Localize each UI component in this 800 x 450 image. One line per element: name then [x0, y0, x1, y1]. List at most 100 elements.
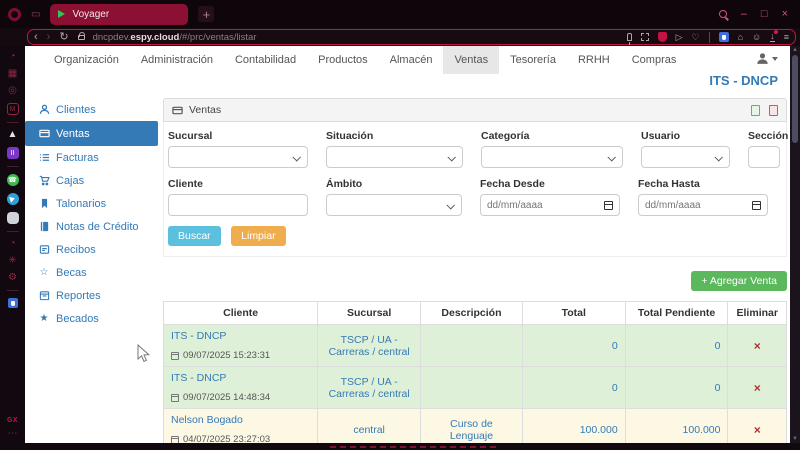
delete-icon[interactable]: × — [754, 339, 761, 353]
cliente-input[interactable] — [168, 194, 308, 216]
address-bar[interactable]: ‹ › ↻ dncpdev.espy.cloud/#/prc/ventas/li… — [27, 29, 796, 45]
history-clock-icon[interactable]: ◔ — [9, 239, 15, 249]
downloads-icon[interactable]: ↓ — [770, 32, 775, 42]
back-button[interactable]: ‹ — [34, 32, 38, 43]
app-nav: Organización Administración Contabilidad… — [25, 46, 790, 74]
maximize-button[interactable]: □ — [761, 9, 768, 20]
url-text[interactable]: dncpdev.espy.cloud/#/prc/ventas/listar — [93, 32, 257, 43]
sidebar-item-cajas[interactable]: Cajas — [25, 169, 158, 192]
twitch-icon[interactable]: II — [7, 147, 19, 159]
reload-button[interactable]: ↻ — [59, 32, 68, 43]
easter-egg-icon[interactable]: ✳ — [8, 256, 16, 266]
sidebar-item-clientes[interactable]: Clientes — [25, 98, 158, 121]
sidebar-item-facturas[interactable]: Facturas — [25, 146, 158, 169]
calendar-icon — [171, 394, 179, 402]
sidebar-item-recibos[interactable]: Recibos — [25, 238, 158, 261]
mail-icon[interactable]: M — [7, 103, 19, 115]
bookmark-heart-icon[interactable]: ♡ — [692, 33, 700, 42]
filters-panel: Sucursal Situación Categoría Usuario — [163, 122, 787, 257]
browser-window: ▭ Voyager + – □ × ‹ › ↻ dncpdev.espy.clo… — [0, 0, 800, 450]
client-name[interactable]: ITS - DNCP — [171, 330, 310, 342]
nav-ventas[interactable]: Ventas — [443, 46, 499, 74]
minimize-button[interactable]: – — [741, 9, 747, 20]
seccion-input[interactable] — [748, 146, 780, 168]
new-tab-button[interactable]: + — [198, 6, 214, 22]
settings-gear-icon[interactable]: ⚙ — [8, 273, 17, 283]
tab-search-icon[interactable] — [719, 10, 727, 18]
nav-tesoreria[interactable]: Tesorería — [499, 46, 567, 74]
window-bottom-edge — [0, 443, 800, 450]
whatsapp-icon[interactable]: ☎ — [7, 174, 19, 186]
player-icon[interactable]: ◎ — [8, 86, 17, 96]
sidebar-item-reportes[interactable]: Reportes — [25, 284, 158, 307]
client-name[interactable]: Nelson Bogado — [171, 414, 310, 426]
opera-logo-icon[interactable] — [8, 8, 21, 21]
discord-icon[interactable] — [7, 212, 19, 224]
situacion-select[interactable] — [326, 146, 463, 168]
toolbar-extensions: ▷ ♡ ⌂ ☺ ↓ ≡ — [627, 32, 789, 43]
profile-icon[interactable]: ☺ — [752, 33, 761, 42]
nav-productos[interactable]: Productos — [307, 46, 379, 74]
scroll-up-icon[interactable]: ▲ — [790, 46, 800, 54]
pin-icon[interactable] — [627, 33, 632, 41]
forward-button[interactable]: › — [47, 32, 51, 43]
client-name[interactable]: ITS - DNCP — [171, 372, 310, 384]
agregar-venta-button[interactable]: + Agregar Venta — [691, 271, 787, 291]
lock-icon[interactable] — [78, 35, 85, 40]
sidebar-more-icon[interactable]: ⋯ — [8, 429, 18, 439]
sucursal-select[interactable] — [168, 146, 308, 168]
date-text: 09/07/2025 15:23:31 — [183, 350, 270, 361]
cell-cliente[interactable]: ITS - DNCP 09/07/2025 14:48:34 — [164, 367, 318, 409]
scrollbar-thumb[interactable] — [792, 55, 798, 143]
extension-shield-icon[interactable] — [719, 32, 729, 42]
filter-label: Categoría — [481, 130, 623, 142]
filter-row-2: Cliente Ámbito Fecha Desde dd/mm/aaaa Fe… — [168, 178, 782, 216]
app-mountain-icon[interactable]: ▲ — [8, 130, 18, 140]
usuario-select[interactable] — [641, 146, 730, 168]
nav-compras[interactable]: Compras — [621, 46, 688, 74]
fecha-hasta-input[interactable]: dd/mm/aaaa — [638, 194, 768, 216]
delete-icon[interactable]: × — [754, 423, 761, 437]
filter-label: Fecha Hasta — [638, 178, 768, 190]
user-menu-button[interactable] — [756, 52, 778, 65]
nav-contabilidad[interactable]: Contabilidad — [224, 46, 307, 74]
menu-icon[interactable]: ≡ — [784, 33, 789, 42]
page-scrollbar[interactable]: ▲ ▼ — [790, 46, 800, 443]
gx-sidebar: ◔ ▦ ◎ M ▲ II ☎ ◔ ✳ ⚙ GX ⋯ — [0, 46, 25, 443]
ambito-select[interactable] — [326, 194, 462, 216]
nav-almacen[interactable]: Almacén — [379, 46, 444, 74]
scroll-down-icon[interactable]: ▼ — [790, 435, 800, 443]
sidebar-item-notas-credito[interactable]: Notas de Crédito — [25, 215, 158, 238]
calendar-icon[interactable] — [752, 201, 761, 210]
workspace-icon[interactable]: ▭ — [31, 9, 40, 20]
nav-administracion[interactable]: Administración — [130, 46, 224, 74]
vpn-shield-icon[interactable] — [658, 32, 667, 42]
browser-tab[interactable]: Voyager — [50, 4, 188, 25]
gx-corner-icon[interactable]: ▦ — [8, 69, 17, 79]
sidebar-item-ventas[interactable]: Ventas — [25, 121, 158, 146]
flow-send-icon[interactable]: ▷ — [676, 33, 683, 42]
extension-shield-icon[interactable] — [8, 298, 18, 308]
cell-cliente[interactable]: ITS - DNCP 09/07/2025 15:23:31 — [164, 325, 318, 367]
nav-rrhh[interactable]: RRHH — [567, 46, 621, 74]
telegram-icon[interactable] — [7, 193, 19, 205]
cell-cliente[interactable]: Nelson Bogado 04/07/2025 23:27:03 — [164, 409, 318, 444]
sidebar-item-becas[interactable]: ☆ Becas — [25, 261, 158, 284]
sidebar-item-talonarios[interactable]: Talonarios — [25, 192, 158, 215]
limpiar-button[interactable]: Limpiar — [231, 226, 285, 246]
fecha-desde-input[interactable]: dd/mm/aaaa — [480, 194, 620, 216]
categoria-select[interactable] — [481, 146, 623, 168]
nav-organizacion[interactable]: Organización — [43, 46, 130, 74]
export-pdf-icon[interactable] — [769, 105, 778, 116]
export-excel-icon[interactable] — [751, 105, 760, 116]
snapshot-icon[interactable] — [641, 33, 649, 41]
close-button[interactable]: × — [782, 9, 788, 20]
sale-date: 04/07/2025 23:27:03 — [171, 434, 310, 443]
sale-date: 09/07/2025 14:48:34 — [171, 392, 310, 403]
calendar-icon[interactable] — [604, 201, 613, 210]
buscar-button[interactable]: Buscar — [168, 226, 221, 246]
delete-icon[interactable]: × — [754, 381, 761, 395]
ghost-extension-icon[interactable]: ⌂ — [738, 33, 743, 42]
sidebar-item-becados[interactable]: ★ Becados — [25, 307, 158, 330]
speed-dial-icon[interactable]: ◔ — [9, 52, 15, 62]
